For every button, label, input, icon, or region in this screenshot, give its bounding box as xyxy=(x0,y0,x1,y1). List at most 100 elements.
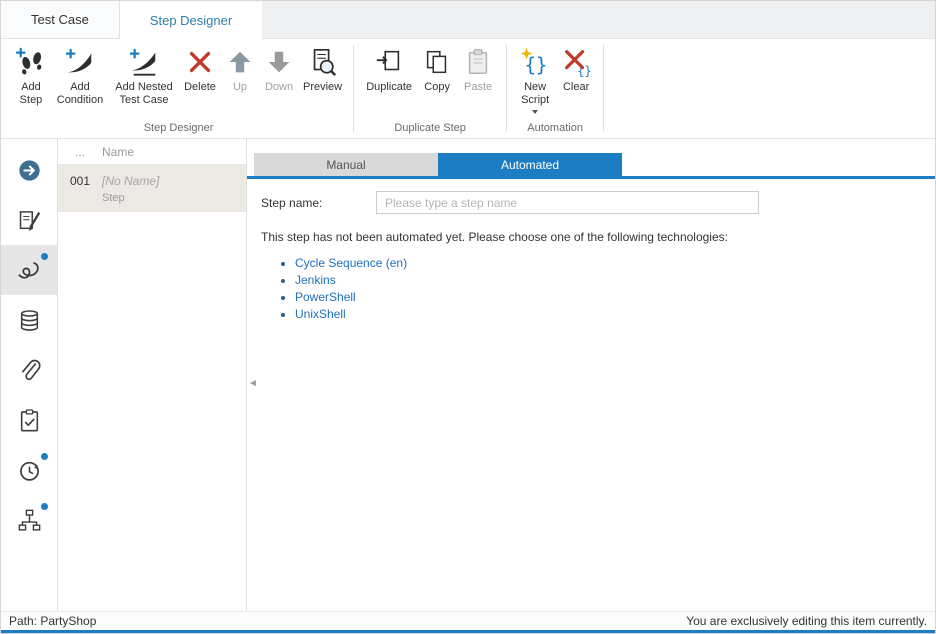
column-header-number: ... xyxy=(58,145,102,159)
status-edit-lock-message: You are exclusively editing this item cu… xyxy=(686,614,927,628)
ribbon-group-automation: {} NewScript {} Clear Automation xyxy=(508,41,602,138)
technology-link-cycle-sequence[interactable]: Cycle Sequence (en) xyxy=(295,256,407,270)
edit-document-icon xyxy=(17,208,42,233)
button-label: Clear xyxy=(563,81,589,94)
copy-pages-icon xyxy=(422,46,452,78)
column-header-name: Name xyxy=(102,145,134,159)
button-label: Up xyxy=(233,81,247,94)
paste-clipboard-icon xyxy=(463,46,493,78)
technology-list: Cycle Sequence (en) Jenkins PowerShell U… xyxy=(247,255,935,323)
step-name: [No Name] xyxy=(102,174,159,188)
step-mode-tabs: Manual Automated xyxy=(247,153,935,179)
step-number: 001 xyxy=(58,174,102,204)
add-condition-button[interactable]: AddCondition xyxy=(51,41,109,107)
list-item: Jenkins xyxy=(295,272,935,289)
bottom-accent-line xyxy=(1,630,935,633)
button-label: Delete xyxy=(184,81,216,94)
left-sidebar xyxy=(1,139,58,611)
sidebar-item-navigator[interactable] xyxy=(1,145,57,195)
list-item: Cycle Sequence (en) xyxy=(295,255,935,272)
notification-dot xyxy=(41,453,48,460)
paperclip-icon xyxy=(17,358,42,383)
notification-dot xyxy=(41,253,48,260)
tab-test-case[interactable]: Test Case xyxy=(1,1,120,38)
button-label: Add Nested xyxy=(115,81,172,94)
add-nested-test-case-button[interactable]: Add NestedTest Case xyxy=(109,41,179,107)
steps-list-header: ... Name xyxy=(58,139,246,165)
sidebar-item-history[interactable] xyxy=(1,445,57,495)
delete-x-icon xyxy=(185,46,215,78)
nested-testcase-add-icon xyxy=(129,46,159,78)
technology-link-unixshell[interactable]: UnixShell xyxy=(295,307,346,321)
tab-step-designer[interactable]: Step Designer xyxy=(120,1,262,39)
arrow-up-icon xyxy=(225,46,255,78)
status-bar: Path: PartyShop You are exclusively edit… xyxy=(1,611,935,630)
sidebar-item-step-designer[interactable] xyxy=(1,245,57,295)
new-script-button[interactable]: {} NewScript xyxy=(514,41,556,114)
step-row[interactable]: 001 [No Name] Step xyxy=(58,165,246,212)
ribbon-group-duplicate-step: Duplicate Copy Paste Duplicate Step xyxy=(355,41,505,138)
main-area: ... Name 001 [No Name] Step ◄ Manual Aut… xyxy=(1,139,935,611)
clear-script-x-icon: {} xyxy=(561,46,591,78)
ribbon-separator xyxy=(353,45,354,132)
button-label: Test Case xyxy=(115,94,172,107)
collapse-panel-icon[interactable]: ◄ xyxy=(248,379,258,389)
sidebar-item-data[interactable] xyxy=(1,295,57,345)
step-type: Step xyxy=(102,192,159,204)
ribbon-group-label: Step Designer xyxy=(11,120,346,138)
ribbon-group-step-designer: AddStep AddCondition Add NestedTest Case xyxy=(5,41,352,138)
tab-automated[interactable]: Automated xyxy=(438,153,622,176)
database-icon xyxy=(17,308,42,333)
step-name-input[interactable] xyxy=(376,191,759,214)
sidebar-item-edit[interactable] xyxy=(1,195,57,245)
status-path: Path: PartyShop xyxy=(9,614,96,628)
delete-button[interactable]: Delete xyxy=(179,41,221,94)
step-detail-content: ◄ Manual Automated Step name: This step … xyxy=(247,139,935,611)
preview-button[interactable]: Preview xyxy=(299,41,346,94)
automation-info-text: This step has not been automated yet. Pl… xyxy=(261,230,935,244)
condition-add-icon xyxy=(65,46,95,78)
button-label: Duplicate xyxy=(366,81,412,94)
button-label: Copy xyxy=(424,81,450,94)
ribbon-group-label: Duplicate Step xyxy=(361,120,499,138)
clear-script-button[interactable]: {} Clear xyxy=(556,41,596,94)
hierarchy-icon xyxy=(17,508,42,533)
list-item: PowerShell xyxy=(295,289,935,306)
ribbon-separator xyxy=(603,45,604,132)
duplicate-button[interactable]: Duplicate xyxy=(361,41,417,94)
ribbon-toolbar: AddStep AddCondition Add NestedTest Case xyxy=(1,39,935,139)
steps-path-icon xyxy=(17,258,42,283)
paste-button[interactable]: Paste xyxy=(457,41,499,94)
button-label: Add xyxy=(20,81,43,94)
copy-button[interactable]: Copy xyxy=(417,41,457,94)
step-name-row: Step name: xyxy=(261,191,935,214)
button-label: Add xyxy=(57,81,103,94)
down-button[interactable]: Down xyxy=(259,41,299,94)
sidebar-item-hierarchy[interactable] xyxy=(1,495,57,545)
sidebar-item-review[interactable] xyxy=(1,395,57,445)
script-braces-star-icon: {} xyxy=(520,46,550,78)
duplicate-page-icon xyxy=(374,46,404,78)
step-name-label: Step name: xyxy=(261,196,376,210)
window-tabbar: Test Case Step Designer xyxy=(1,1,935,39)
history-clock-icon xyxy=(17,458,42,483)
button-label: Paste xyxy=(464,81,492,94)
clipboard-check-icon xyxy=(17,408,42,433)
button-label: Down xyxy=(265,81,293,94)
svg-text:}: } xyxy=(536,53,548,76)
technology-link-jenkins[interactable]: Jenkins xyxy=(295,273,336,287)
add-step-button[interactable]: AddStep xyxy=(11,41,51,107)
button-label: Step xyxy=(20,94,43,107)
tab-manual[interactable]: Manual xyxy=(254,153,438,176)
sidebar-item-attachments[interactable] xyxy=(1,345,57,395)
preview-magnifier-icon xyxy=(308,46,338,78)
app-window: Test Case Step Designer AddStep AddCondi… xyxy=(0,0,936,634)
notification-dot xyxy=(41,503,48,510)
button-label: Script xyxy=(521,94,549,107)
button-label: New xyxy=(521,81,549,94)
up-button[interactable]: Up xyxy=(221,41,259,94)
technology-link-powershell[interactable]: PowerShell xyxy=(295,290,356,304)
dropdown-arrow-icon[interactable] xyxy=(532,110,538,114)
ribbon-separator xyxy=(506,45,507,132)
ribbon-group-label: Automation xyxy=(514,120,596,138)
